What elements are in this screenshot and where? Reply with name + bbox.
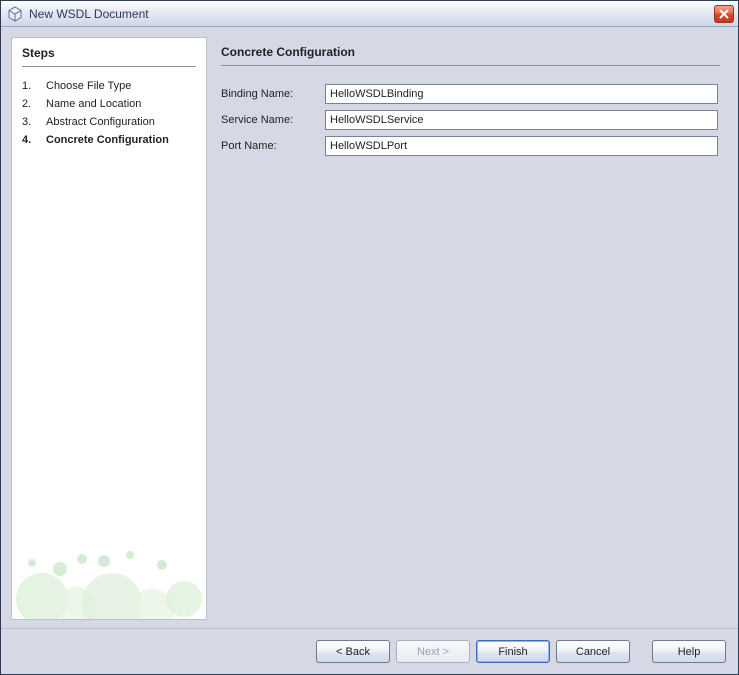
step-number: 1. <box>22 80 36 92</box>
dialog-window: New WSDL Document Steps 1. Choose File T… <box>0 0 739 675</box>
app-icon <box>7 6 23 22</box>
cancel-button[interactable]: Cancel <box>556 640 630 663</box>
steps-panel: Steps 1. Choose File Type 2. Name and Lo… <box>11 37 207 620</box>
help-button[interactable]: Help <box>652 640 726 663</box>
close-icon <box>719 9 729 19</box>
port-name-input[interactable] <box>325 136 718 156</box>
step-number: 3. <box>22 116 36 128</box>
step-number: 4. <box>22 134 36 146</box>
finish-button[interactable]: Finish <box>476 640 550 663</box>
row-service-name: Service Name: <box>221 110 724 130</box>
step-choose-file-type: 1. Choose File Type <box>22 77 196 95</box>
step-label: Name and Location <box>46 98 141 110</box>
window-title: New WSDL Document <box>29 7 714 21</box>
service-name-label: Service Name: <box>221 114 325 126</box>
step-label: Abstract Configuration <box>46 116 155 128</box>
main-heading: Concrete Configuration <box>221 45 720 66</box>
binding-name-label: Binding Name: <box>221 88 325 100</box>
step-number: 2. <box>22 98 36 110</box>
content-area: Steps 1. Choose File Type 2. Name and Lo… <box>1 27 738 628</box>
step-label: Choose File Type <box>46 80 131 92</box>
port-name-label: Port Name: <box>221 140 325 152</box>
row-binding-name: Binding Name: <box>221 84 724 104</box>
row-port-name: Port Name: <box>221 136 724 156</box>
back-button[interactable]: < Back <box>316 640 390 663</box>
steps-heading: Steps <box>22 46 196 67</box>
step-name-and-location: 2. Name and Location <box>22 95 196 113</box>
main-panel: Concrete Configuration Binding Name: Ser… <box>207 37 728 620</box>
step-concrete-configuration: 4. Concrete Configuration <box>22 131 196 149</box>
steps-list: 1. Choose File Type 2. Name and Location… <box>22 77 196 149</box>
button-bar: < Back Next > Finish Cancel Help <box>1 628 738 674</box>
next-button: Next > <box>396 640 470 663</box>
decorative-bubbles <box>12 499 207 619</box>
service-name-input[interactable] <box>325 110 718 130</box>
binding-name-input[interactable] <box>325 84 718 104</box>
step-abstract-configuration: 3. Abstract Configuration <box>22 113 196 131</box>
step-label: Concrete Configuration <box>46 134 169 146</box>
title-bar: New WSDL Document <box>1 1 738 27</box>
close-button[interactable] <box>714 5 734 23</box>
